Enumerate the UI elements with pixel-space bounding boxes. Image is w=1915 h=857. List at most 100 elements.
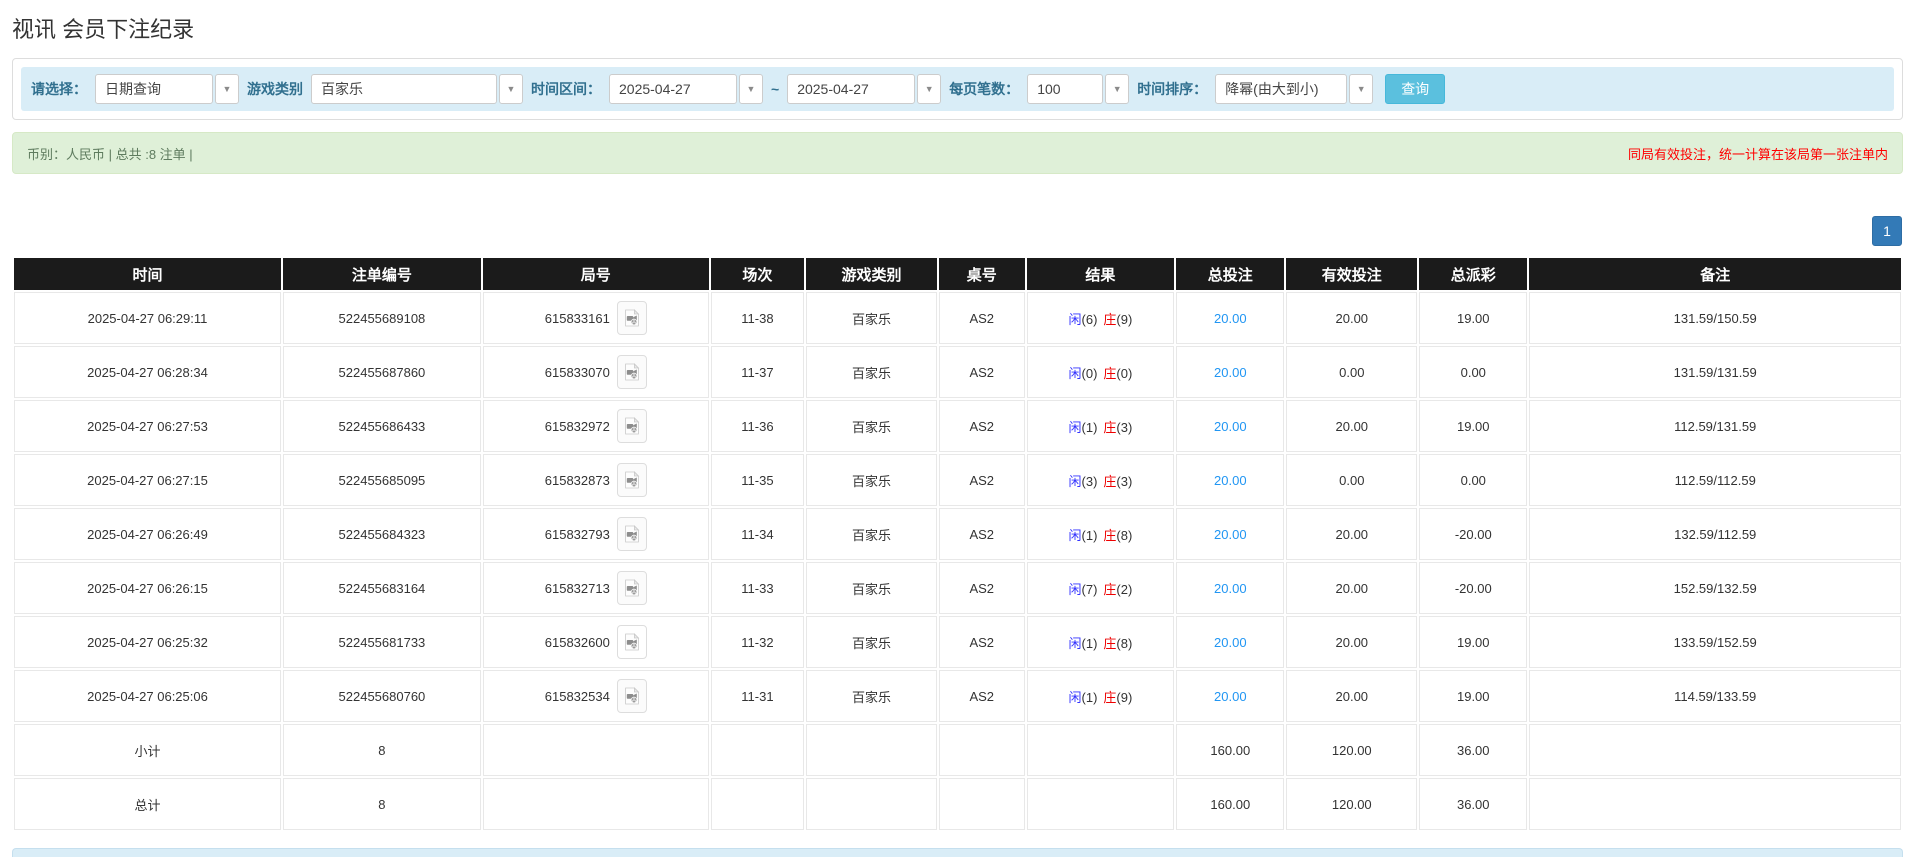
total-total-bet: 160.00 <box>1176 778 1285 830</box>
date-to-select[interactable]: 2025-04-27 ▼ <box>787 74 942 104</box>
round-cell: 615833070 <box>482 346 709 398</box>
valid-bet-cell: 0.00 <box>1286 454 1418 506</box>
banker-result: 庄 <box>1103 419 1117 435</box>
result-cell: 闲(1) 庄(3) <box>1026 400 1175 452</box>
valid-bet-cell: 20.00 <box>1286 670 1418 722</box>
total-bet-link[interactable]: 20.00 <box>1214 311 1247 326</box>
session-cell: 11-36 <box>710 400 805 452</box>
table-no-cell: AS2 <box>938 670 1025 722</box>
video-replay-button[interactable] <box>616 355 647 389</box>
page-size-label: 每页笔数： <box>949 81 1020 97</box>
session-cell: 11-37 <box>710 346 805 398</box>
bet-id-cell: 522455683164 <box>282 562 481 614</box>
table-row: 2025-04-27 06:25:32 522455681733 6158326… <box>14 616 1901 668</box>
time-cell: 2025-04-27 06:26:15 <box>14 562 281 614</box>
filter-bar: 请选择： 日期查询 ▼ 游戏类别 百家乐 ▼ 时间区间： 2025-04-27 … <box>21 67 1894 111</box>
game-type-cell: 百家乐 <box>806 562 937 614</box>
sort-order-select[interactable]: 降幂(由大到小) ▼ <box>1215 74 1374 104</box>
chevron-down-icon[interactable]: ▼ <box>739 74 763 104</box>
chevron-down-icon[interactable]: ▼ <box>1349 74 1374 104</box>
total-bet-link[interactable]: 20.00 <box>1214 581 1247 596</box>
video-replay-button[interactable] <box>616 301 647 335</box>
session-cell: 11-35 <box>710 454 805 506</box>
page-size-select[interactable]: 100 ▼ <box>1027 74 1130 104</box>
game-type-cell: 百家乐 <box>806 670 937 722</box>
video-replay-button[interactable] <box>616 679 647 713</box>
total-bet-cell: 20.00 <box>1176 616 1285 668</box>
game-type-cell: 百家乐 <box>806 616 937 668</box>
table-row: 2025-04-27 06:27:53 522455686433 6158329… <box>14 400 1901 452</box>
chevron-down-icon[interactable]: ▼ <box>1105 74 1130 104</box>
table-row: 2025-04-27 06:27:15 522455685095 6158328… <box>14 454 1901 506</box>
date-to-value[interactable]: 2025-04-27 <box>787 74 916 104</box>
video-file-icon <box>625 633 640 651</box>
total-label: 总计 <box>14 778 281 830</box>
total-valid-bet: 120.00 <box>1286 778 1418 830</box>
session-cell: 11-34 <box>710 508 805 560</box>
banker-result: 庄 <box>1103 635 1117 651</box>
round-id: 615832873 <box>544 472 610 488</box>
chevron-down-icon[interactable]: ▼ <box>499 74 523 104</box>
table-no-cell: AS2 <box>938 616 1025 668</box>
chevron-down-icon[interactable]: ▼ <box>917 74 942 104</box>
range-separator: ~ <box>771 81 780 97</box>
round-cell: 615832873 <box>482 454 709 506</box>
time-cell: 2025-04-27 06:26:49 <box>14 508 281 560</box>
game-type-select[interactable]: 百家乐 ▼ <box>311 74 523 104</box>
subtotal-row: 小计 8 160.00 120.00 36.00 <box>14 724 1901 776</box>
chevron-down-icon[interactable]: ▼ <box>215 74 239 104</box>
session-cell: 11-38 <box>710 292 805 344</box>
date-from-value[interactable]: 2025-04-27 <box>609 74 737 104</box>
game-type-value[interactable]: 百家乐 <box>311 74 497 104</box>
round-cell: 615832600 <box>482 616 709 668</box>
valid-bet-cell: 20.00 <box>1286 292 1418 344</box>
bet-id-cell: 522455689108 <box>282 292 481 344</box>
header-game-type: 游戏类别 <box>806 258 937 290</box>
note-cell: 131.59/150.59 <box>1529 292 1901 344</box>
total-bet-cell: 20.00 <box>1176 454 1285 506</box>
player-result: 闲 <box>1068 527 1082 543</box>
total-bet-cell: 20.00 <box>1176 562 1285 614</box>
pagination-page-1[interactable]: 1 <box>1872 216 1902 246</box>
banker-result: 庄 <box>1103 581 1117 597</box>
table-no-cell: AS2 <box>938 292 1025 344</box>
round-cell: 615832972 <box>482 400 709 452</box>
video-replay-button[interactable] <box>616 625 647 659</box>
video-replay-button[interactable] <box>616 463 647 497</box>
time-cell: 2025-04-27 06:27:15 <box>14 454 281 506</box>
round-id: 615833161 <box>544 310 610 326</box>
payout-cell: 0.00 <box>1419 454 1528 506</box>
header-payout: 总派彩 <box>1419 258 1528 290</box>
video-replay-button[interactable] <box>616 409 647 443</box>
bet-id-cell: 522455684323 <box>282 508 481 560</box>
total-bet-link[interactable]: 20.00 <box>1214 365 1247 380</box>
table-no-cell: AS2 <box>938 346 1025 398</box>
valid-bet-cell: 20.00 <box>1286 508 1418 560</box>
header-result: 结果 <box>1026 258 1175 290</box>
total-bet-link[interactable]: 20.00 <box>1214 419 1247 434</box>
total-bet-cell: 20.00 <box>1176 670 1285 722</box>
table-header-row: 时间 注单编号 局号 场次 游戏类别 桌号 结果 总投注 有效投注 总派彩 备注 <box>14 258 1901 290</box>
search-button[interactable]: 查询 <box>1385 74 1446 104</box>
subtotal-payout: 36.00 <box>1419 724 1528 776</box>
query-type-label: 请选择： <box>31 81 87 97</box>
video-replay-button[interactable] <box>616 571 647 605</box>
filter-panel: 请选择： 日期查询 ▼ 游戏类别 百家乐 ▼ 时间区间： 2025-04-27 … <box>12 58 1903 120</box>
total-bet-link[interactable]: 20.00 <box>1214 689 1247 704</box>
round-cell: 615832713 <box>482 562 709 614</box>
page-size-value[interactable]: 100 <box>1027 74 1104 104</box>
total-bet-link[interactable]: 20.00 <box>1214 473 1247 488</box>
video-replay-button[interactable] <box>616 517 647 551</box>
game-type-cell: 百家乐 <box>806 454 937 506</box>
game-type-cell: 百家乐 <box>806 400 937 452</box>
player-result: 闲 <box>1068 365 1082 381</box>
table-no-cell: AS2 <box>938 454 1025 506</box>
sort-order-value[interactable]: 降幂(由大到小) <box>1215 74 1348 104</box>
query-type-value[interactable]: 日期查询 <box>95 74 213 104</box>
table-row: 2025-04-27 06:29:11 522455689108 6158331… <box>14 292 1901 344</box>
query-type-select[interactable]: 日期查询 ▼ <box>95 74 239 104</box>
note-cell: 152.59/132.59 <box>1529 562 1901 614</box>
total-bet-link[interactable]: 20.00 <box>1214 635 1247 650</box>
date-from-select[interactable]: 2025-04-27 ▼ <box>609 74 763 104</box>
total-bet-link[interactable]: 20.00 <box>1214 527 1247 542</box>
